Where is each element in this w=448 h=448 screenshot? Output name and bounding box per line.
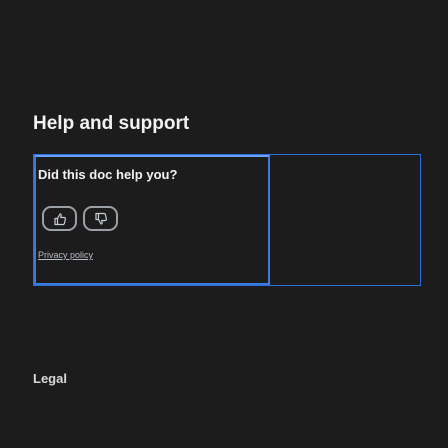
thumbs-down-button[interactable] (83, 206, 118, 231)
feedback-question: Did this doc help you? (38, 167, 178, 182)
thumbs-up-button[interactable] (42, 206, 77, 231)
feedback-question-wrapper: Did this doc help you? Privacy policy (34, 155, 270, 285)
vote-row (42, 206, 118, 231)
page-title: Help and support (33, 113, 190, 134)
privacy-policy-link[interactable]: Privacy policy (38, 250, 93, 260)
thumbs-up-icon (53, 212, 67, 226)
feedback-box: Did this doc help you? Privacy policy (33, 154, 421, 286)
legal-heading: Legal (33, 371, 67, 386)
thumbs-down-icon (94, 212, 108, 226)
